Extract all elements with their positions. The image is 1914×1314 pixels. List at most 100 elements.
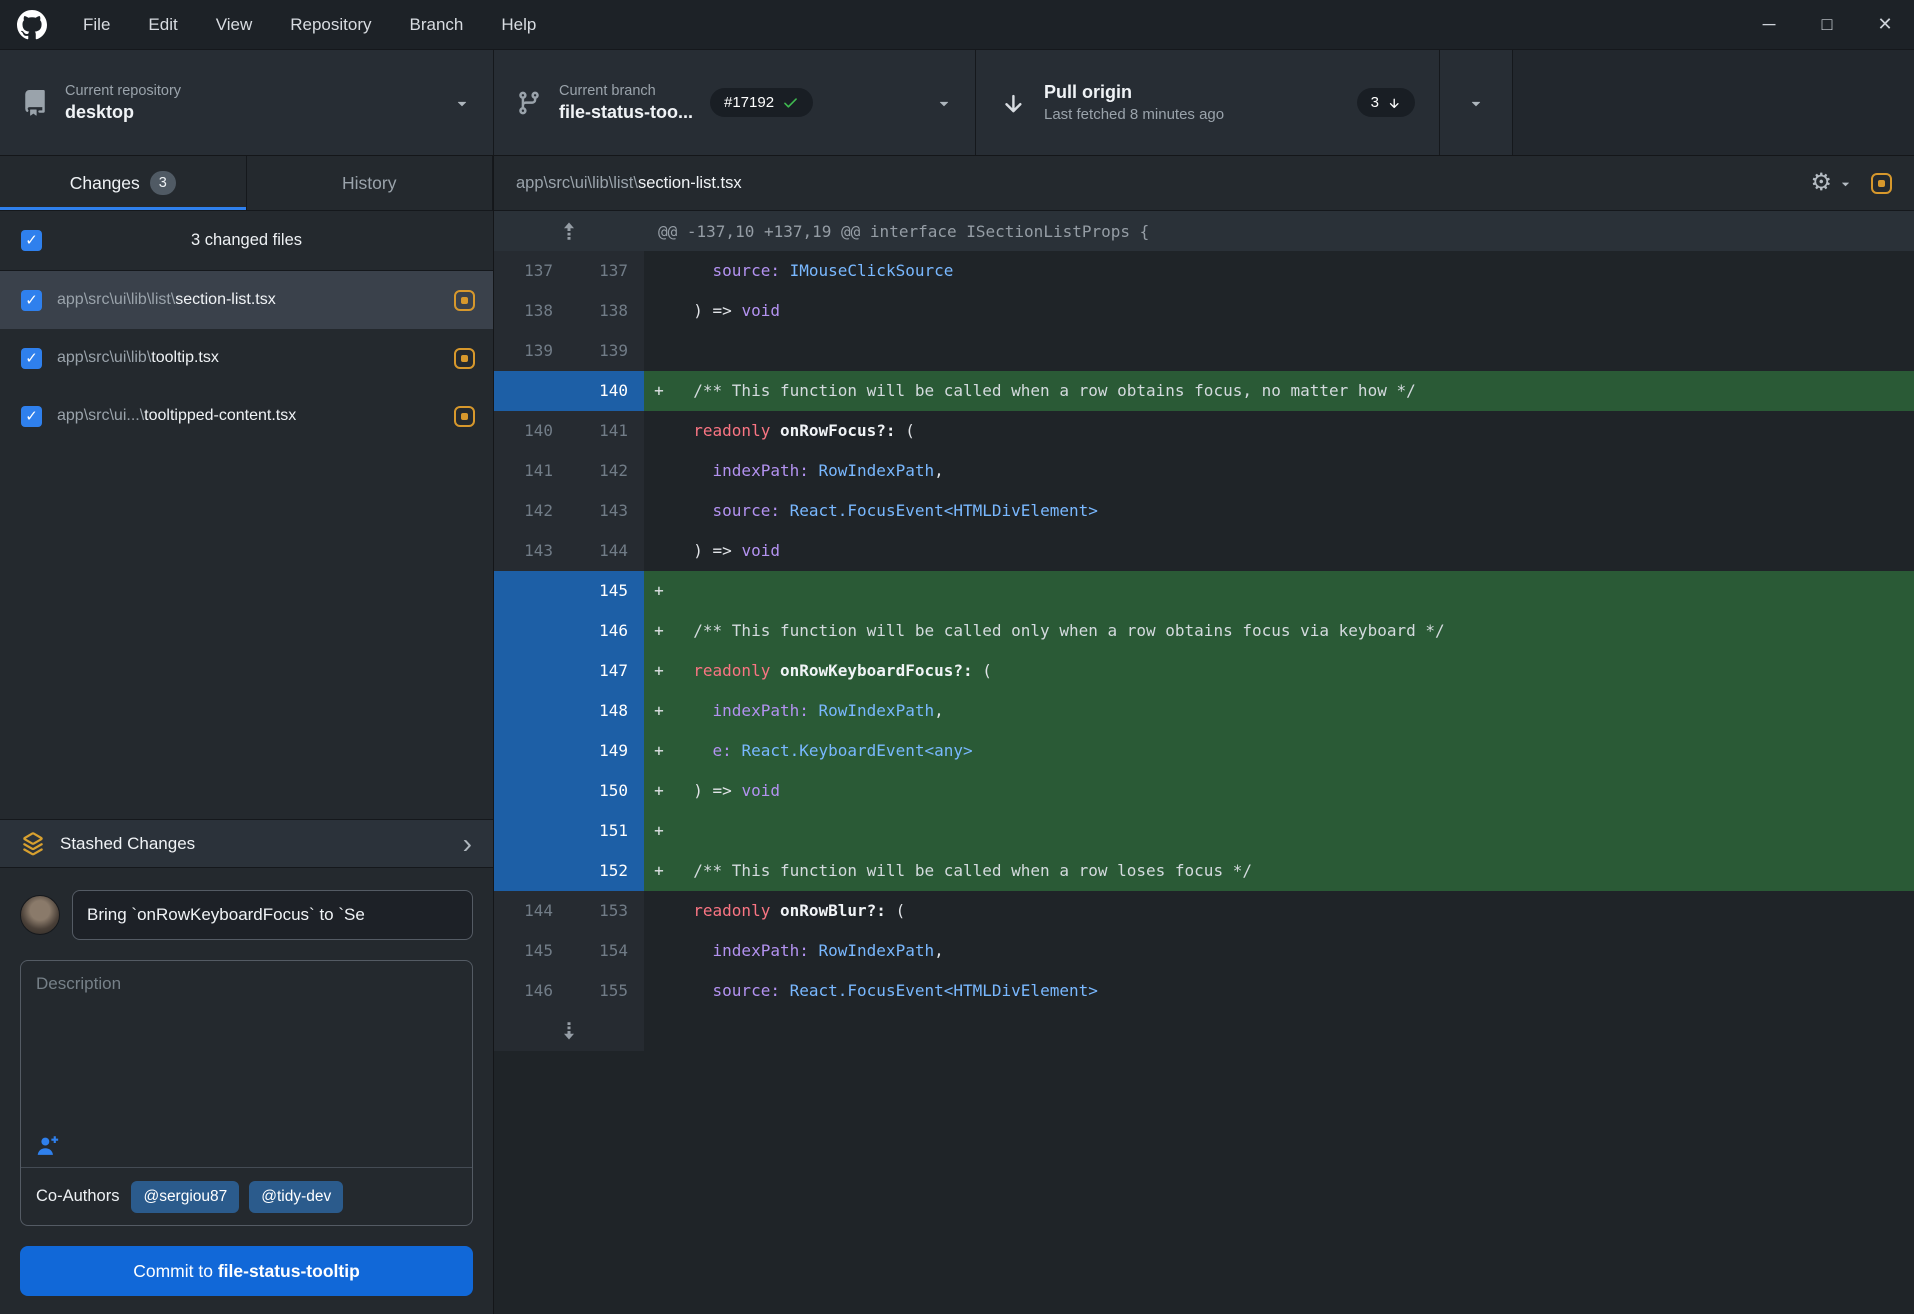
line-number-old[interactable]: 146 [494,971,569,1011]
line-number-old[interactable]: 145 [494,931,569,971]
line-number-new[interactable]: 144 [569,531,644,571]
menu-help[interactable]: Help [482,0,555,49]
line-number-old[interactable]: 137 [494,251,569,291]
line-number-old[interactable]: 144 [494,891,569,931]
add-coauthor-button[interactable] [36,1134,59,1157]
line-number-new[interactable]: 153 [569,891,644,931]
diff-marker: + [644,731,674,771]
line-number-new[interactable]: 141 [569,411,644,451]
line-number-old[interactable]: 143 [494,531,569,571]
file-checkbox[interactable]: ✓ [21,290,42,311]
diff-marker: + [644,571,674,611]
line-number-old[interactable]: 139 [494,331,569,371]
code-line: /** This function will be called when a … [674,851,1914,891]
commit-button-prefix: Commit to [133,1261,218,1281]
file-row[interactable]: ✓app\src\ui...\tooltipped-content.tsx [0,387,493,445]
chevron-right-icon: › [463,830,472,858]
expand-hunk-down-button[interactable] [494,1011,644,1051]
changes-sidebar: Changes3History 3 changed files ✓ ✓app\s… [0,156,494,1314]
code-line [674,331,1914,371]
line-number-new[interactable]: 139 [569,331,644,371]
pull-origin-button[interactable]: Pull origin Last fetched 8 minutes ago 3 [976,50,1440,155]
tab-history[interactable]: History [247,156,494,210]
changed-files-count: 3 changed files [0,231,493,250]
line-number-new[interactable]: 151 [569,811,644,851]
menu-view[interactable]: View [197,0,272,49]
diff-marker: + [644,691,674,731]
pull-dropdown-button[interactable] [1440,50,1513,155]
pr-number: #17192 [724,94,774,111]
diff-body: @@ -137,10 +137,19 @@ interface ISection… [494,211,1914,1314]
hunk-header-row: @@ -137,10 +137,19 @@ interface ISection… [494,211,1914,251]
line-number-old[interactable] [494,811,569,851]
diff-row: 141142 indexPath: RowIndexPath, [494,451,1914,491]
code-line: readonly onRowBlur?: ( [674,891,1914,931]
expand-hunk-up-button[interactable] [494,211,644,251]
line-number-old[interactable] [494,851,569,891]
modified-icon [454,406,475,427]
line-number-old[interactable] [494,691,569,731]
line-number-old[interactable] [494,571,569,611]
code-line: indexPath: RowIndexPath, [674,931,1914,971]
coauthor-pill[interactable]: @tidy-dev [249,1181,343,1213]
line-number-new[interactable]: 148 [569,691,644,731]
file-row[interactable]: ✓app\src\ui\lib\list\section-list.tsx [0,271,493,329]
chevron-down-icon [935,94,953,112]
line-number-old[interactable]: 138 [494,291,569,331]
line-number-new[interactable]: 155 [569,971,644,1011]
stashed-changes-row[interactable]: Stashed Changes › [0,819,493,868]
file-checkbox[interactable]: ✓ [21,406,42,427]
code-line: source: React.FocusEvent<HTMLDivElement> [674,491,1914,531]
changed-files-header: 3 changed files ✓ [0,211,493,271]
line-number-new[interactable]: 143 [569,491,644,531]
line-number-new[interactable]: 142 [569,451,644,491]
menu-edit[interactable]: Edit [129,0,196,49]
line-number-new[interactable]: 146 [569,611,644,651]
diff-row: 149+ e: React.KeyboardEvent<any> [494,731,1914,771]
tab-changes[interactable]: Changes3 [0,156,247,210]
line-number-new[interactable]: 154 [569,931,644,971]
line-number-new[interactable]: 150 [569,771,644,811]
diff-row: 150+ ) => void [494,771,1914,811]
close-button[interactable]: ✕ [1856,0,1914,49]
current-branch-button[interactable]: Current branch file-status-too... #17192 [494,50,976,155]
diff-marker [644,251,674,291]
line-number-old[interactable] [494,371,569,411]
line-number-old[interactable]: 140 [494,411,569,451]
current-repository-button[interactable]: Current repository desktop [0,50,494,155]
line-number-old[interactable] [494,651,569,691]
file-checkbox[interactable]: ✓ [21,348,42,369]
diff-marker: + [644,371,674,411]
commit-button[interactable]: Commit to file-status-tooltip [20,1246,473,1296]
line-number-old[interactable] [494,731,569,771]
code-line: source: React.FocusEvent<HTMLDivElement> [674,971,1914,1011]
commit-button-branch: file-status-tooltip [218,1261,360,1281]
line-number-new[interactable]: 140 [569,371,644,411]
line-number-new[interactable]: 137 [569,251,644,291]
line-number-old[interactable] [494,611,569,651]
coauthor-pills: @sergiou87 @tidy-dev [131,1181,343,1213]
minimize-button[interactable]: ─ [1740,0,1798,49]
line-number-new[interactable]: 147 [569,651,644,691]
menu-file[interactable]: File [64,0,129,49]
diff-options-button[interactable]: ⚙ [1810,171,1853,195]
commit-description-input[interactable] [36,974,457,1154]
menu-branch[interactable]: Branch [391,0,483,49]
maximize-button[interactable]: □ [1798,0,1856,49]
line-number-old[interactable]: 142 [494,491,569,531]
code-line: ) => void [674,291,1914,331]
file-row[interactable]: ✓app\src\ui\lib\tooltip.tsx [0,329,493,387]
line-number-new[interactable]: 145 [569,571,644,611]
coauthor-pill[interactable]: @sergiou87 [131,1181,239,1213]
line-number-old[interactable]: 141 [494,451,569,491]
line-number-old[interactable] [494,771,569,811]
menu-repository[interactable]: Repository [271,0,390,49]
line-number-new[interactable]: 138 [569,291,644,331]
code-line: e: React.KeyboardEvent<any> [674,731,1914,771]
line-number-new[interactable]: 152 [569,851,644,891]
github-logo-icon [0,10,64,40]
commit-summary-input[interactable] [72,890,473,940]
select-all-checkbox[interactable]: ✓ [21,230,42,251]
toolbar-empty-area [1513,50,1914,155]
line-number-new[interactable]: 149 [569,731,644,771]
